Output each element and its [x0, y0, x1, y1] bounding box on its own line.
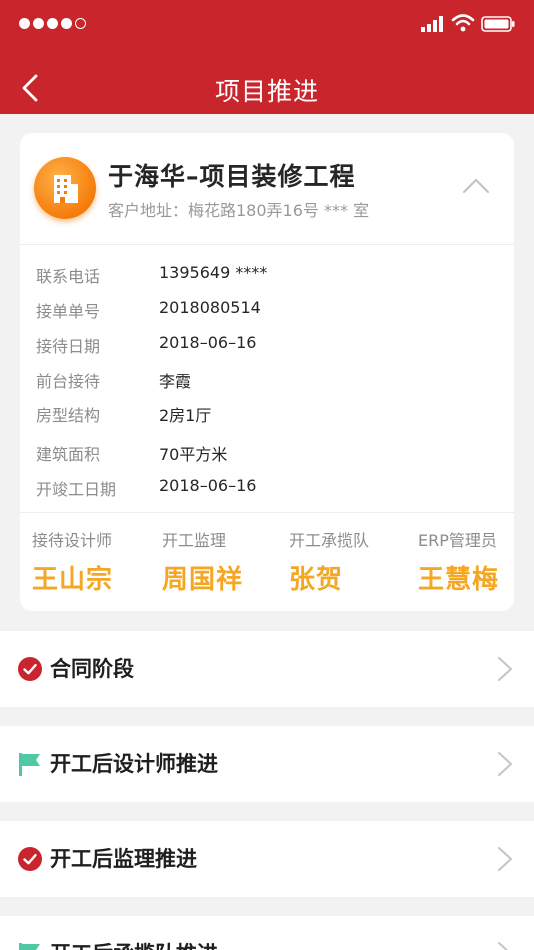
detail-row-construction-date: 开竣工日期 2018–06–16 [20, 476, 514, 500]
project-card-header: 于海华–项目装修工程 客户地址：梅花路180弄16号 *** 室 [20, 133, 514, 245]
staff-role: 开工监理 [162, 531, 227, 550]
detail-row-order-no: 接单单号 2018080514 [20, 298, 514, 322]
detail-label: 建筑面积 [36, 445, 101, 464]
chevron-right-icon [498, 847, 512, 871]
stage-supervisor-progress[interactable]: 开工后监理推进 [0, 821, 534, 897]
detail-label: 接单单号 [36, 302, 101, 321]
chevron-up-icon [462, 178, 490, 194]
detail-label: 联系电话 [36, 267, 101, 286]
staff-erp-admin: ERP管理员 王慧梅 [418, 527, 499, 597]
staff-name: 张贺 [289, 565, 344, 595]
stage-label: 开工后监理推进 [50, 847, 197, 871]
project-avatar [34, 157, 96, 219]
staff-designer: 接待设计师 王山宗 [32, 527, 113, 597]
detail-value: 1395649 **** [159, 263, 268, 282]
check-circle-icon [18, 657, 42, 681]
detail-value: 2018–06–16 [159, 476, 257, 495]
detail-row-reception-date: 接待日期 2018–06–16 [20, 333, 514, 357]
battery-icon [481, 16, 515, 32]
stage-label: 合同阶段 [50, 657, 134, 681]
chevron-right-icon [498, 657, 512, 681]
stage-label: 开工后承揽队推进 [50, 938, 218, 950]
project-name: 于海华–项目装修工程 [108, 162, 356, 191]
detail-label: 开竣工日期 [36, 480, 117, 499]
staff-role: 开工承揽队 [289, 531, 370, 550]
detail-row-phone: 联系电话 1395649 **** [20, 263, 514, 287]
staff-section: 接待设计师 王山宗 开工监理 周国祥 开工承揽队 张贺 ERP管理员 王慧梅 [20, 513, 514, 611]
chevron-right-icon [498, 752, 512, 776]
flag-icon [19, 753, 40, 776]
detail-value: 2房1厅 [159, 406, 212, 425]
detail-row-layout: 房型结构 2房1厅 [20, 402, 514, 426]
stage-label: 开工后设计师推进 [50, 752, 218, 776]
stage-designer-progress[interactable]: 开工后设计师推进 [0, 726, 534, 802]
flag-icon [19, 943, 40, 950]
staff-role: ERP管理员 [418, 531, 497, 550]
signal-strength-icon [19, 18, 86, 29]
chevron-right-icon [498, 942, 509, 950]
detail-value: 70平方米 [159, 445, 228, 464]
cellular-icon [421, 16, 443, 32]
nav-bar: 项目推进 [0, 62, 534, 114]
page-title: 项目推进 [214, 77, 319, 106]
detail-label: 前台接待 [36, 372, 101, 391]
detail-label: 房型结构 [36, 406, 101, 425]
staff-name: 王慧梅 [418, 565, 500, 595]
app-header: 项目推进 [0, 0, 534, 114]
staff-contractor: 开工承揽队 张贺 [289, 527, 369, 597]
project-details: 联系电话 1395649 **** 接单单号 2018080514 接待日期 2… [20, 245, 514, 513]
stage-contractor-progress[interactable]: 开工后承揽队推进 [0, 916, 534, 950]
staff-role: 接待设计师 [32, 531, 113, 550]
check-circle-icon [18, 847, 42, 871]
stage-contract[interactable]: 合同阶段 [0, 631, 534, 707]
detail-value: 李霞 [159, 372, 192, 391]
staff-name: 周国祥 [162, 565, 244, 595]
collapse-button[interactable] [460, 175, 492, 197]
detail-row-area: 建筑面积 70平方米 [20, 441, 514, 465]
staff-name: 王山宗 [32, 565, 114, 595]
detail-value: 2018–06–16 [159, 333, 257, 352]
wifi-icon [451, 14, 475, 32]
customer-address: 客户地址：梅花路180弄16号 *** 室 [108, 201, 370, 220]
building-icon [54, 175, 78, 203]
project-card: 于海华–项目装修工程 客户地址：梅花路180弄16号 *** 室 联系电话 13… [20, 133, 514, 611]
detail-value: 2018080514 [159, 298, 261, 317]
staff-supervisor: 开工监理 周国祥 [162, 527, 243, 597]
status-bar [0, 0, 534, 50]
detail-label: 接待日期 [36, 337, 101, 356]
detail-row-front-desk: 前台接待 李霞 [20, 368, 514, 392]
